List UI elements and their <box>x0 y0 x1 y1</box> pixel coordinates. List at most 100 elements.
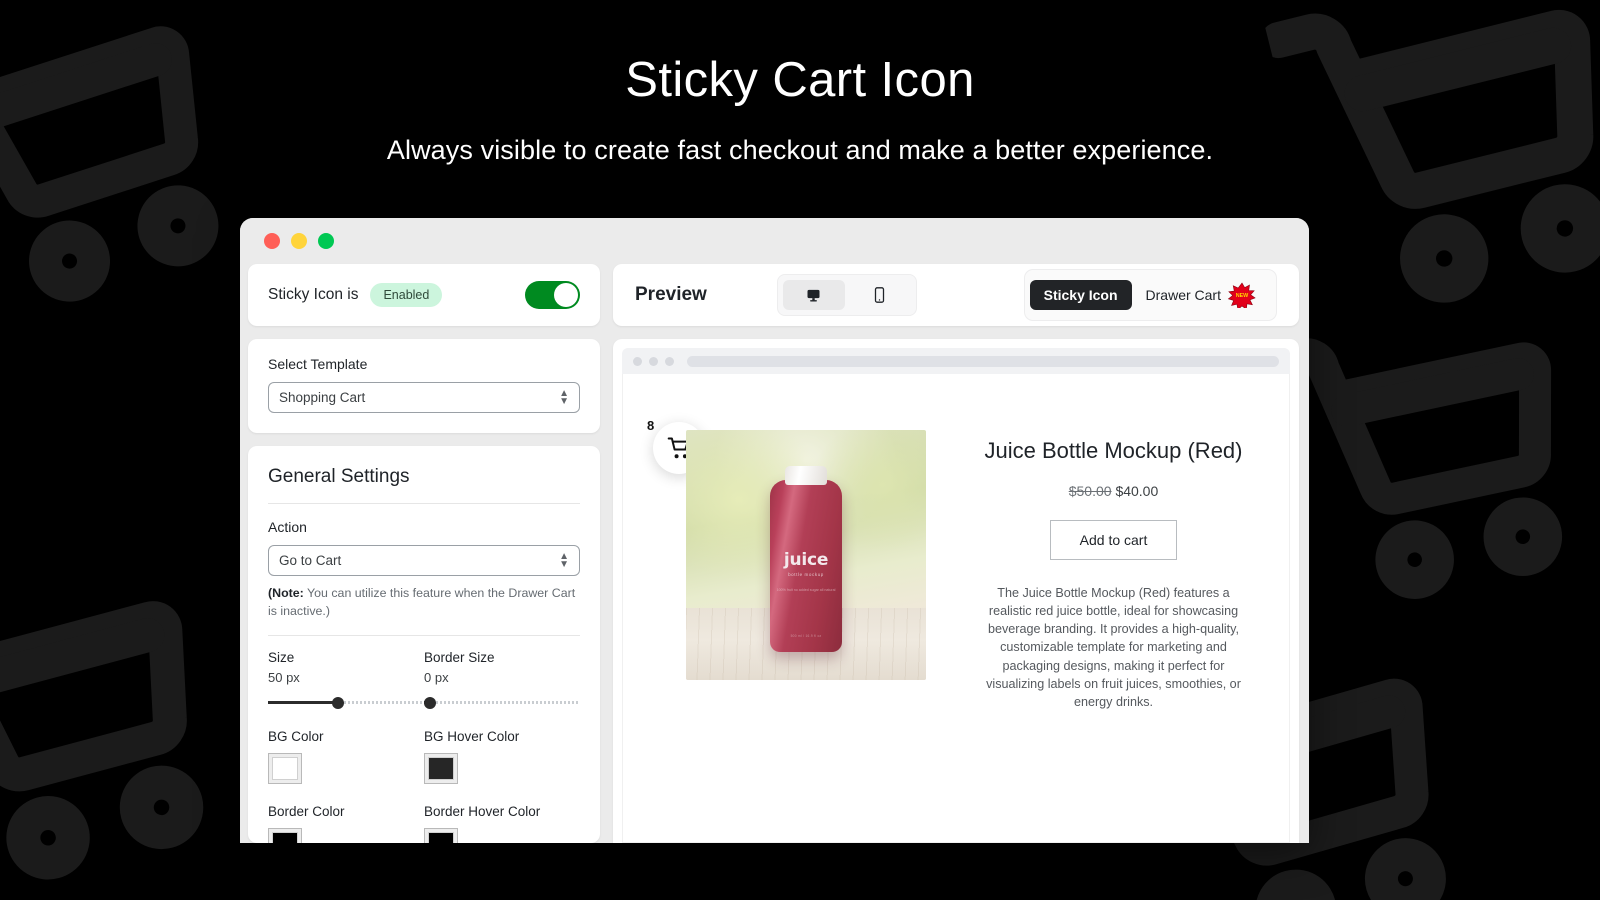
note-prefix: (Note: <box>268 586 304 600</box>
swatch-color <box>272 832 298 843</box>
maximize-window-button[interactable] <box>318 233 334 249</box>
select-template-value: Shopping Cart <box>279 390 366 405</box>
bottle-label-main: juice <box>783 550 829 570</box>
preview-viewport: 8 juice bottle mockup 100% fruit no adde… <box>613 339 1299 843</box>
slider-knob[interactable] <box>424 697 436 710</box>
border-hover-color-swatch[interactable] <box>424 828 458 843</box>
bg-color-label: BG Color <box>268 729 324 745</box>
device-switcher <box>776 274 917 316</box>
status-badge: Enabled <box>370 283 443 307</box>
browser-dot <box>665 356 674 366</box>
swatch-color <box>272 757 298 781</box>
app-body: Sticky Icon is Enabled Select Template S… <box>240 264 1309 843</box>
chevron-updown-icon: ▲ ▼ <box>559 550 569 570</box>
sticky-icon-label: Sticky Icon is <box>268 286 359 303</box>
border-size-value: 0 px <box>424 670 449 686</box>
chevron-updown-icon: ▲ ▼ <box>559 387 569 407</box>
bottle-cap <box>785 466 827 485</box>
product-price-original: $50.00 <box>1068 483 1112 499</box>
bottle-label-foot: 500 ml / 16.9 fl oz <box>790 634 822 638</box>
device-mobile-button[interactable] <box>849 280 911 310</box>
tab-drawer-cart[interactable]: Drawer Cart NEW <box>1132 275 1271 315</box>
swatch-color <box>428 757 454 781</box>
product-price: $50.00 $40.00 <box>972 483 1255 499</box>
action-value: Go to Cart <box>279 553 342 568</box>
border-hover-color-label: Border Hover Color <box>424 804 541 820</box>
select-template-card: Select Template Shopping Cart ▲ ▼ <box>248 339 600 433</box>
bg-color-swatch[interactable] <box>268 753 302 785</box>
select-template-dropdown[interactable]: Shopping Cart ▲ ▼ <box>268 382 580 413</box>
minimize-window-button[interactable] <box>291 233 307 249</box>
hero-section: Sticky Cart Icon Always visible to creat… <box>0 52 1600 166</box>
cart-outline-icon <box>1260 338 1563 599</box>
action-dropdown[interactable]: Go to Cart ▲ ▼ <box>268 545 580 576</box>
new-badge-starburst-icon: NEW <box>1227 282 1256 308</box>
slider-fill <box>268 701 339 705</box>
slider-track <box>424 701 579 705</box>
border-size-label: Border Size <box>424 650 495 666</box>
window-titlebar <box>240 218 1309 264</box>
bg-color-row: BG Color BG Hover Color <box>268 709 580 785</box>
product-info: Juice Bottle Mockup (Red) $50.00 $40.00 … <box>972 430 1255 711</box>
product-title: Juice Bottle Mockup (Red) <box>984 438 1243 463</box>
desktop-icon <box>807 289 820 301</box>
tab-sticky-icon-label: Sticky Icon <box>1043 287 1118 303</box>
action-label: Action <box>268 519 307 535</box>
product-section: juice bottle mockup 100% fruit no added … <box>623 374 1289 711</box>
close-window-button[interactable] <box>264 233 280 249</box>
bottle-label: juice bottle mockup 100% fruit no added … <box>770 550 842 593</box>
bg-color-field: BG Color <box>268 709 424 785</box>
size-slider[interactable] <box>268 697 423 710</box>
sticky-icon-toggle[interactable] <box>525 281 580 309</box>
preview-header: Preview Sticky Icon Drawer Cart NEW <box>613 264 1299 326</box>
slider-knob[interactable] <box>332 697 345 710</box>
note-text: You can utilize this feature when the Dr… <box>268 586 576 618</box>
bg-hover-color-label: BG Hover Color <box>424 729 520 745</box>
sticky-icon-toggle-card: Sticky Icon is Enabled <box>248 264 600 326</box>
preview-page: 8 juice bottle mockup 100% fruit no adde… <box>622 374 1290 843</box>
general-settings-title: General Settings <box>268 446 580 504</box>
border-color-label: Border Color <box>268 804 345 820</box>
border-size-slider[interactable] <box>424 697 579 710</box>
border-hover-color-field: Border Hover Color <box>424 784 580 843</box>
settings-panel: Sticky Icon is Enabled Select Template S… <box>248 264 600 843</box>
preview-title: Preview <box>635 284 707 305</box>
tab-drawer-cart-label: Drawer Cart <box>1145 287 1221 303</box>
device-desktop-button[interactable] <box>782 280 845 310</box>
mode-switcher: Sticky Icon Drawer Cart NEW <box>1023 269 1277 321</box>
size-field: Size 50 px <box>268 650 424 710</box>
product-description: The Juice Bottle Mockup (Red) features a… <box>986 586 1241 709</box>
bottle-label-text: 100% fruit no added sugar all natural <box>776 588 836 592</box>
bg-hover-color-swatch[interactable] <box>424 753 458 785</box>
page-title: Sticky Cart Icon <box>625 53 975 107</box>
size-label: Size <box>268 650 295 666</box>
size-value: 50 px <box>268 670 300 686</box>
product-price-sale: $40.00 <box>1115 483 1159 499</box>
cart-count-badge: 8 <box>647 418 655 433</box>
add-to-cart-button[interactable]: Add to cart <box>1049 520 1178 560</box>
border-color-row: Border Color Border Hover Color <box>268 784 580 843</box>
tab-sticky-icon[interactable]: Sticky Icon <box>1029 280 1132 310</box>
browser-chrome-bar <box>622 348 1290 374</box>
select-template-label: Select Template <box>268 356 368 372</box>
swatch-color <box>428 832 454 843</box>
border-size-field: Border Size 0 px <box>424 650 580 710</box>
browser-address-bar[interactable] <box>687 355 1279 367</box>
action-note: (Note: You can utilize this feature when… <box>268 585 580 637</box>
mobile-icon <box>875 287 885 303</box>
toggle-knob <box>554 283 578 307</box>
page-subtitle: Always visible to create fast checkout a… <box>386 135 1214 166</box>
juice-bottle-graphic: juice bottle mockup 100% fruit no added … <box>770 466 842 652</box>
product-image: juice bottle mockup 100% fruit no added … <box>686 430 926 680</box>
browser-dot <box>649 356 658 366</box>
border-color-field: Border Color <box>268 784 424 843</box>
preview-panel: Preview Sticky Icon Drawer Cart NEW 8 ju… <box>613 264 1299 843</box>
size-row: Size 50 px Border Size 0 px <box>268 636 580 710</box>
app-window: Sticky Icon is Enabled Select Template S… <box>240 218 1309 843</box>
action-field: Action Go to Cart ▲ ▼ (Note: You can util… <box>268 504 580 637</box>
border-color-swatch[interactable] <box>268 828 302 843</box>
bg-hover-color-field: BG Hover Color <box>424 709 580 785</box>
bottle-label-sub: bottle mockup <box>788 572 824 577</box>
browser-dot <box>633 356 642 366</box>
svg-text:NEW: NEW <box>1236 293 1249 299</box>
